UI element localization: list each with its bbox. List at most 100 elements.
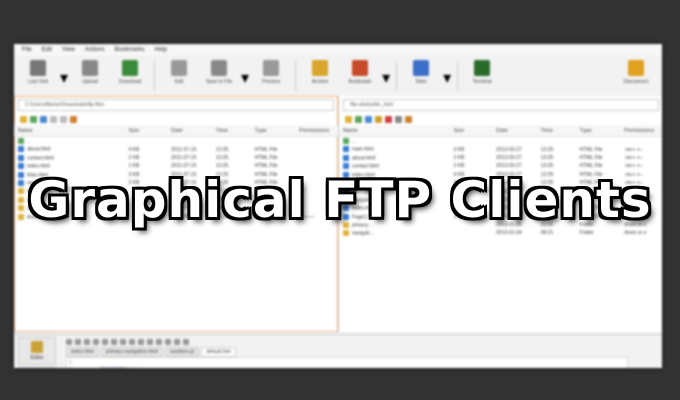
open-icon[interactable]: [75, 338, 81, 345]
save-to-file-button[interactable]: Save to File: [201, 58, 237, 94]
upload-button[interactable]: Upload: [72, 58, 108, 94]
file-date: 2011-07-15: [171, 154, 197, 161]
menu-item-help[interactable]: Help: [155, 47, 167, 53]
file-row[interactable]: about.html 4 KB 2011-07-15 13:25 HTML File: [14, 145, 338, 153]
file-name-text: main.html: [352, 146, 374, 153]
toolbar-separator: [457, 61, 459, 91]
column-header-name[interactable]: Name: [14, 128, 124, 134]
column-header-date[interactable]: Date: [167, 128, 212, 134]
file-type: HTML File: [254, 163, 278, 170]
table-icon[interactable]: [183, 338, 189, 345]
new-icon[interactable]: [66, 338, 72, 345]
save-icon[interactable]: [84, 338, 90, 345]
editor-tab[interactable]: numbers.js: [164, 347, 200, 357]
remote-path-input[interactable]: /ftp-site/public_html: [343, 99, 659, 111]
column-header-type[interactable]: Type: [576, 128, 621, 134]
chevron-down-icon[interactable]: ▾: [382, 68, 390, 88]
column-header-permissions[interactable]: Permissions: [620, 128, 662, 134]
file-row[interactable]: navigati... 2013-01-04 08:21 Folder drwxr-xr…: [339, 229, 662, 237]
file-type: Folder: [579, 230, 594, 237]
image-icon[interactable]: [165, 338, 171, 345]
delete-icon[interactable]: [50, 115, 57, 123]
local-column-headers: Name Size Date Time Type Permissions: [14, 125, 338, 137]
column-header-type[interactable]: Type: [251, 128, 296, 134]
code-area[interactable]: 12<!DOCTYPE html>345<!-- html inserted b…: [66, 357, 628, 368]
up-icon[interactable]: [355, 115, 362, 123]
file-size: 2 KB: [453, 163, 465, 170]
menu-item-actions[interactable]: Actions: [85, 47, 105, 53]
edit-icon[interactable]: [375, 115, 382, 123]
copy-icon[interactable]: [102, 338, 108, 345]
file-row[interactable]: ..: [339, 137, 662, 145]
file-perm: -rw-r--r--: [624, 154, 643, 161]
file-row[interactable]: contact.html 2 KB 2011-07-15 13:25 HTML File: [14, 154, 338, 162]
refresh-icon[interactable]: [365, 115, 372, 123]
file-time: 08:21: [540, 230, 554, 237]
column-header-size[interactable]: Size: [449, 128, 492, 134]
editor-tab[interactable]: default.htm: [201, 347, 236, 357]
editor-tab[interactable]: index.html: [66, 347, 99, 357]
html-file-icon: [343, 163, 349, 170]
undo-icon[interactable]: [120, 338, 126, 345]
file-row[interactable]: ..: [14, 137, 338, 145]
column-header-name[interactable]: Name: [339, 128, 449, 134]
column-header-date[interactable]: Date: [492, 128, 537, 134]
redo-icon[interactable]: [129, 338, 135, 345]
menu-item-bookmarks[interactable]: Bookmarks: [115, 47, 145, 53]
file-name: main.html: [339, 146, 449, 153]
column-header-time[interactable]: Time: [537, 128, 576, 134]
bookmark-icon[interactable]: [70, 115, 77, 123]
column-header-size[interactable]: Size: [124, 128, 167, 134]
delete-icon[interactable]: [385, 115, 392, 123]
image-side-button[interactable]: [18, 367, 56, 368]
file-row[interactable]: main.html 3 KB 2013-03-27 13:25 HTML File -rw…: [339, 145, 662, 153]
find-icon[interactable]: [138, 338, 144, 345]
menu-item-view[interactable]: View: [62, 47, 75, 53]
file-name: contact.html: [14, 154, 124, 162]
file-row[interactable]: about.html 2 KB 2013-03-27 13:25 HTML File -r…: [339, 154, 662, 162]
bookmark-button[interactable]: Bookmark: [342, 58, 378, 94]
italic-icon[interactable]: [156, 338, 162, 345]
editor-tab[interactable]: primary-navigation.html: [100, 347, 163, 357]
download-button[interactable]: Download: [112, 58, 148, 94]
folder-icon[interactable]: [20, 115, 27, 123]
editor-panel: Editor index.html primary-navigation.html…: [14, 334, 662, 368]
bold-icon[interactable]: [147, 338, 153, 345]
editor-side-button[interactable]: Editor: [18, 337, 56, 365]
file-name: about.html: [339, 154, 449, 161]
stop-icon[interactable]: [395, 115, 402, 123]
terminal-button[interactable]: Terminal: [464, 58, 500, 94]
toolbar-separator: [295, 61, 297, 91]
refresh-icon[interactable]: [40, 115, 47, 123]
cut-icon[interactable]: [93, 338, 99, 345]
rename-icon[interactable]: [60, 115, 67, 123]
file-name-text: contact.html: [27, 155, 54, 162]
edit-button[interactable]: Edit: [161, 58, 197, 94]
upload-icon: [82, 60, 99, 76]
menu-item-file[interactable]: File: [22, 47, 32, 53]
file-size: 2 KB: [453, 154, 465, 161]
sites-button[interactable]: Sites: [403, 58, 439, 94]
local-path-input[interactable]: C:\Users\Bitvise\Downloads\ftp-files: [18, 99, 334, 111]
paste-icon[interactable]: [111, 338, 117, 345]
preview-button[interactable]: Preview: [253, 58, 289, 94]
last-visit-button[interactable]: Last Visit: [20, 58, 56, 94]
chevron-down-icon[interactable]: ▾: [443, 68, 451, 88]
editor-tabs: index.html primary-navigation.html numbers…: [66, 347, 236, 357]
column-header-time[interactable]: Time: [212, 128, 251, 134]
column-header-permissions[interactable]: Permissions: [295, 128, 338, 134]
chevron-down-icon[interactable]: ▾: [241, 68, 249, 88]
folder-icon[interactable]: [345, 115, 352, 123]
up-icon[interactable]: [30, 115, 37, 123]
toolbar-separator: [396, 61, 398, 91]
file-type: HTML File: [579, 154, 603, 161]
preview-icon: [263, 60, 280, 76]
link-icon[interactable]: [174, 338, 180, 345]
chevron-down-icon[interactable]: ▾: [60, 68, 68, 88]
bookmark-icon[interactable]: [405, 115, 412, 123]
file-time: 13:25: [540, 163, 554, 170]
archive-button[interactable]: Archive: [302, 58, 338, 94]
disconnect-button[interactable]: Disconnect: [618, 58, 654, 94]
menu-item-edit[interactable]: Edit: [42, 47, 52, 53]
html-file-icon: [18, 163, 24, 170]
